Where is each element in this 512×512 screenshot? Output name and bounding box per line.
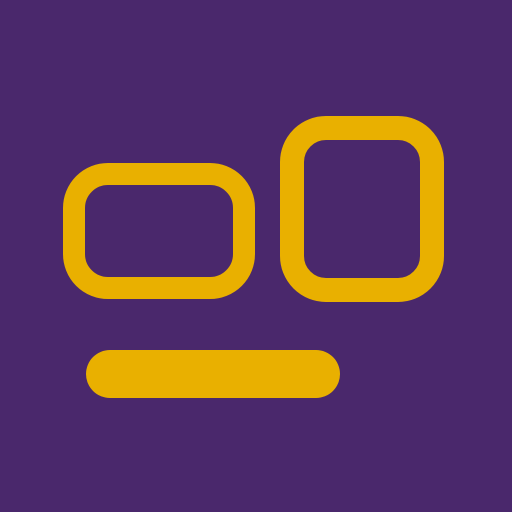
app-logo-icon [0,0,512,512]
base-bar-shape [86,350,340,398]
